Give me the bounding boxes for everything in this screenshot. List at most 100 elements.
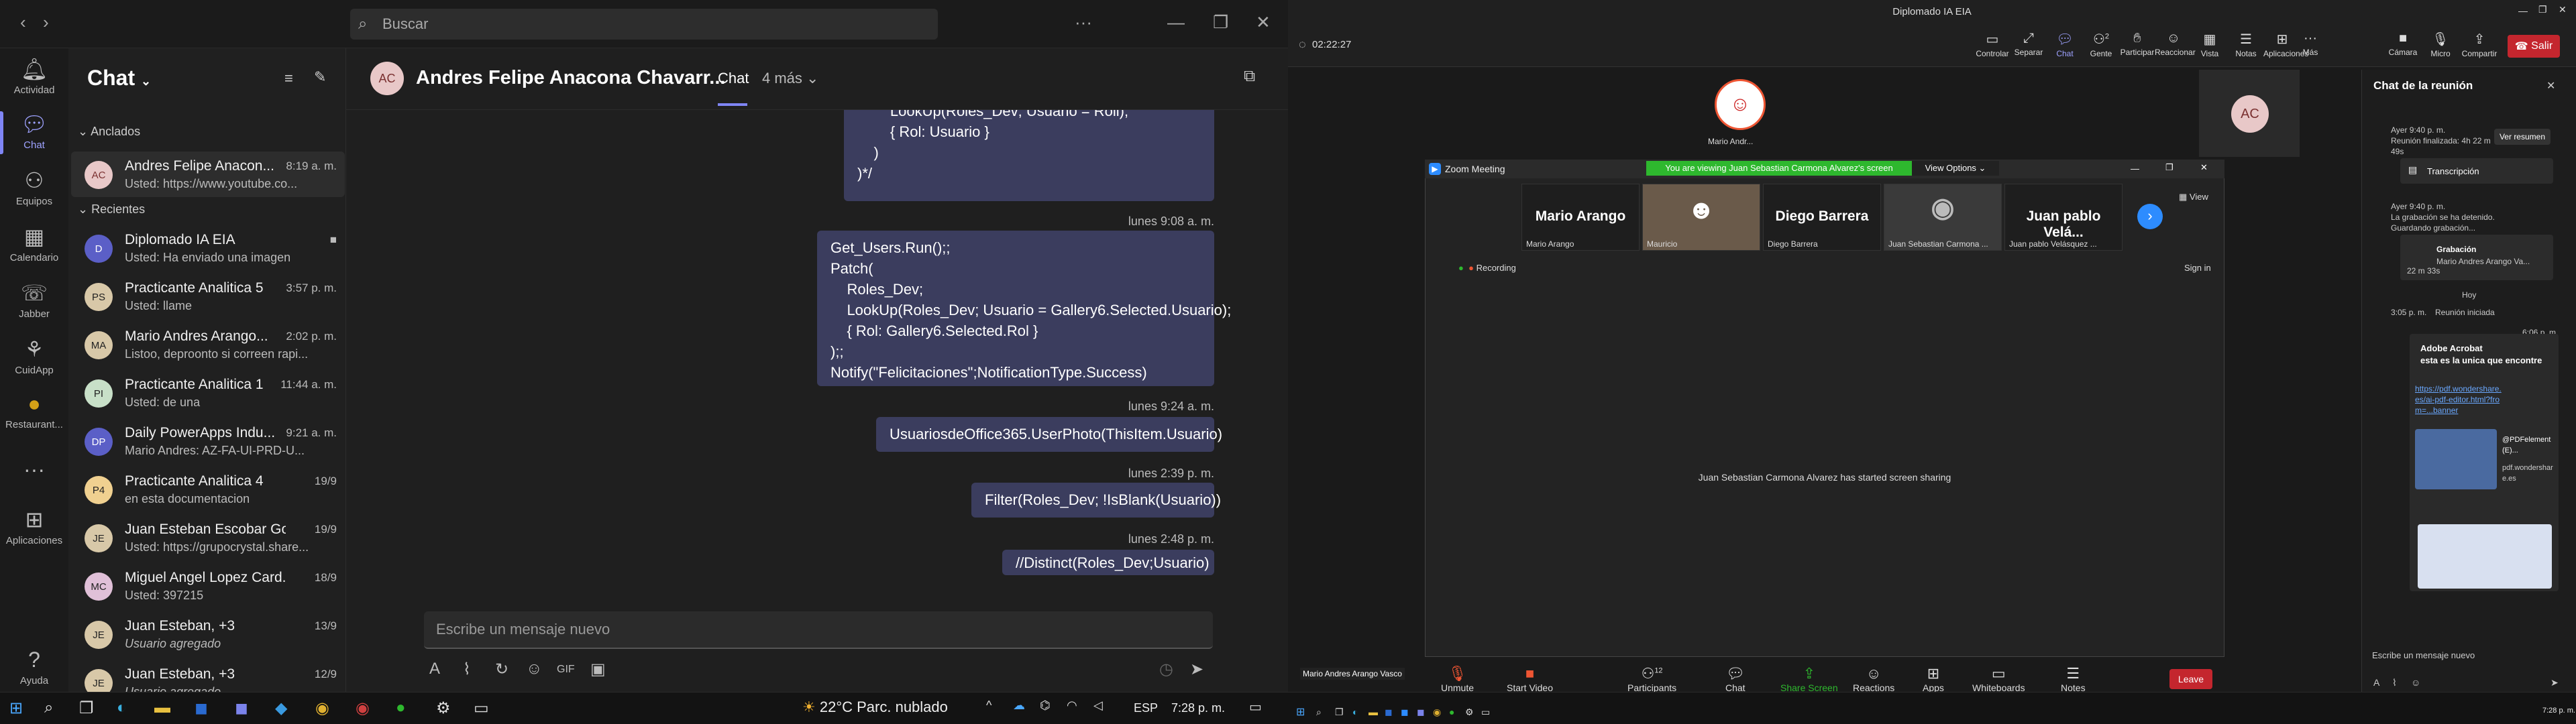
edge-icon[interactable]: ◐ (1352, 707, 1358, 717)
message-compose-input[interactable]: Escribe un mensaje nuevo (424, 611, 1213, 649)
transcript-card[interactable]: ▤ Transcripción (2400, 158, 2553, 184)
attach-icon[interactable]: ⌇ (2392, 677, 2397, 688)
teams-app-icon[interactable]: ◼ (1417, 707, 1425, 718)
loop-icon[interactable]: ↻ (495, 660, 508, 679)
popout-icon[interactable]: ⧉ (1244, 67, 1255, 86)
search-input[interactable]: ⌕ Buscar (350, 9, 938, 40)
rail-calendar[interactable]: ▦ Calendario (0, 224, 68, 263)
leave-meeting-button[interactable]: ☎ Salir (2508, 35, 2560, 58)
toolbar-more[interactable]: ··· Más (2297, 31, 2324, 57)
chat-list-item[interactable]: JE Juan Esteban Escobar Go... 19/9 Usted: h… (71, 515, 345, 560)
toolbar-mic[interactable]: 🎙︎ Micro (2422, 31, 2459, 58)
outlook-icon[interactable]: ◼ (1385, 707, 1393, 718)
toolbar-apps[interactable]: ⊞ Aplicaciones (2263, 31, 2308, 58)
chat-list-item[interactable]: PI Practicante Analitica 1 11:44 a. m. Uste… (71, 370, 345, 416)
chat-list-item[interactable]: PS Practicante Analitica 5 3:57 p. m. Usted… (71, 274, 345, 319)
onedrive-icon[interactable]: ☁ (1013, 699, 1025, 713)
link-preview-image[interactable] (2415, 429, 2497, 489)
chat-list-item[interactable]: MC Miguel Angel Lopez Card... 18/9 Usted: 3… (71, 563, 345, 609)
toolbar-control[interactable]: ▭ Controlar (1974, 31, 2011, 58)
participant-tile[interactable]: ☻ Mauricio (1642, 184, 1760, 251)
network-icon[interactable]: ⌬ (1040, 699, 1051, 713)
clock[interactable]: 7:28 p. m. (1171, 701, 1225, 715)
chat-button[interactable]: 💬︎ Chat (1725, 665, 1746, 693)
recent-section-label[interactable]: ⌄ Recientes (78, 202, 145, 217)
chat-list-item[interactable]: DP Daily PowerApps Indu... 9:21 a. m. Mario… (71, 418, 345, 464)
tab-more[interactable]: 4 más ⌄ (762, 70, 818, 87)
rail-teams[interactable]: ⚇ Equipos (0, 168, 68, 207)
toolbar-react[interactable]: ☺ Reaccionar (2155, 31, 2196, 57)
rail-help[interactable]: ? Ayuda (0, 648, 68, 686)
forward-arrow-icon[interactable]: › (43, 12, 49, 33)
volume-icon[interactable]: ◁ (1093, 699, 1103, 713)
close-icon[interactable]: ✕ (2559, 4, 2567, 15)
apps-button[interactable]: ⊞ Apps (1923, 665, 1944, 693)
weather-widget[interactable]: ☀ 22°C Parc. nublado (802, 699, 948, 716)
terminal-icon[interactable]: ▭ (1481, 707, 1490, 718)
teams-app-icon[interactable]: ◼ (235, 699, 248, 718)
rail-more[interactable]: ··· (0, 457, 68, 485)
gallery-view-toggle[interactable]: ▦ View (2179, 192, 2208, 202)
gif-icon[interactable]: GIF (557, 664, 575, 676)
chrome-profile-icon[interactable]: ◉ (356, 699, 370, 718)
minimize-icon[interactable]: — (1167, 12, 1185, 33)
recording-card[interactable]: Grabación Mario Andres Arango Va... 22 m 3… (2400, 235, 2553, 280)
back-arrow-icon[interactable]: ‹ (20, 12, 26, 33)
meeting-chat-input[interactable]: Escribe un mensaje nuevo (2372, 650, 2567, 660)
file-explorer-icon[interactable]: ▬ (1368, 707, 1378, 717)
outlook-icon[interactable]: ◼ (195, 699, 208, 718)
language-indicator[interactable]: ESP (1134, 701, 1158, 715)
close-icon[interactable]: ✕ (2546, 79, 2555, 93)
chat-list-item[interactable]: JE Juan Esteban, +3 13/9 Usuario agregado (71, 611, 345, 657)
vscode-icon[interactable]: ◆ (275, 699, 287, 718)
rail-apps[interactable]: ⊞ Aplicaciones (0, 507, 68, 546)
pinned-section-label[interactable]: ⌄ Anclados (78, 125, 140, 139)
share-screen-button[interactable]: ⇪ Share Screen (1780, 665, 1838, 693)
sign-in-link[interactable]: Sign in (2184, 263, 2211, 273)
settings-icon[interactable]: ⚙ (436, 699, 451, 718)
send-icon[interactable]: ➤ (1190, 660, 1203, 679)
windows-start-icon[interactable]: ⊞ (9, 699, 23, 718)
rail-cuidapp[interactable]: ⚘ CuidApp (0, 337, 68, 376)
chat-list-title[interactable]: Chat ⌄ (87, 66, 151, 90)
chat-list-item[interactable]: MA Mario Andres Arango... 2:02 p. m. Listoo… (71, 322, 345, 367)
next-page-icon[interactable]: › (2137, 204, 2163, 229)
participant-tile[interactable]: Juan pablo Velá... Juan pablo Velásquez .… (2004, 184, 2123, 251)
image-attachment[interactable] (2418, 524, 2552, 589)
minimize-icon[interactable]: — (2518, 5, 2528, 16)
start-video-button[interactable]: ■ Start Video (1507, 665, 1553, 693)
spotify-icon[interactable]: ● (1449, 707, 1454, 717)
more-options-icon[interactable]: ··· (1075, 12, 1092, 33)
schedule-icon[interactable]: ◷ (1159, 660, 1173, 679)
participant-tile[interactable]: Diego Barrera Diego Barrera (1763, 184, 1881, 251)
view-options-button[interactable]: View Options ⌄ (1912, 161, 1999, 176)
task-view-icon[interactable]: ❐ (79, 699, 94, 718)
view-summary-button[interactable]: Ver resumen (2494, 129, 2551, 145)
participant-tile[interactable]: Mario Arango Mario Arango (1521, 184, 1640, 251)
participant-tile[interactable]: ◉ Juan Sebastian Carmona ... (1884, 184, 2002, 251)
terminal-icon[interactable]: ▭ (474, 699, 489, 718)
toolbar-people[interactable]: ⚇2 Gente (2082, 31, 2120, 58)
rail-activity[interactable]: 🔔︎ Actividad (0, 56, 68, 96)
whiteboards-button[interactable]: ▭ Whiteboards (1972, 665, 2025, 693)
attach-icon[interactable]: ⌇ (463, 660, 471, 679)
minimize-icon[interactable]: — (2131, 164, 2139, 174)
rail-restaurant[interactable]: ● Restaurant... (0, 391, 68, 430)
edge-icon[interactable]: ◐ (117, 699, 127, 717)
wifi-icon[interactable]: ◠ (1067, 699, 1077, 713)
zoom-app-icon[interactable]: ◼ (1401, 707, 1409, 718)
search-icon[interactable]: ⌕ (44, 699, 53, 717)
clock[interactable]: 7:28 p. m. (2542, 707, 2575, 715)
notifications-icon[interactable]: ▭ (1249, 699, 1262, 715)
send-icon[interactable]: ➤ (2551, 677, 2559, 688)
tab-chat[interactable]: Chat (718, 70, 749, 87)
toolbar-camera[interactable]: ■ Cámara (2384, 31, 2422, 57)
participants-button[interactable]: ⚇12 Participants (1627, 665, 1676, 693)
maximize-icon[interactable]: ❐ (2538, 4, 2547, 15)
close-icon[interactable]: ✕ (1256, 12, 1271, 33)
file-explorer-icon[interactable]: ▬ (154, 699, 170, 717)
message-link[interactable]: https://pdf.wondershare.es/ai-pdf-editor… (2415, 383, 2502, 416)
new-chat-icon[interactable]: ✎ (314, 68, 326, 86)
maximize-icon[interactable]: ❐ (2165, 162, 2174, 173)
task-view-icon[interactable]: ❐ (1335, 707, 1344, 718)
